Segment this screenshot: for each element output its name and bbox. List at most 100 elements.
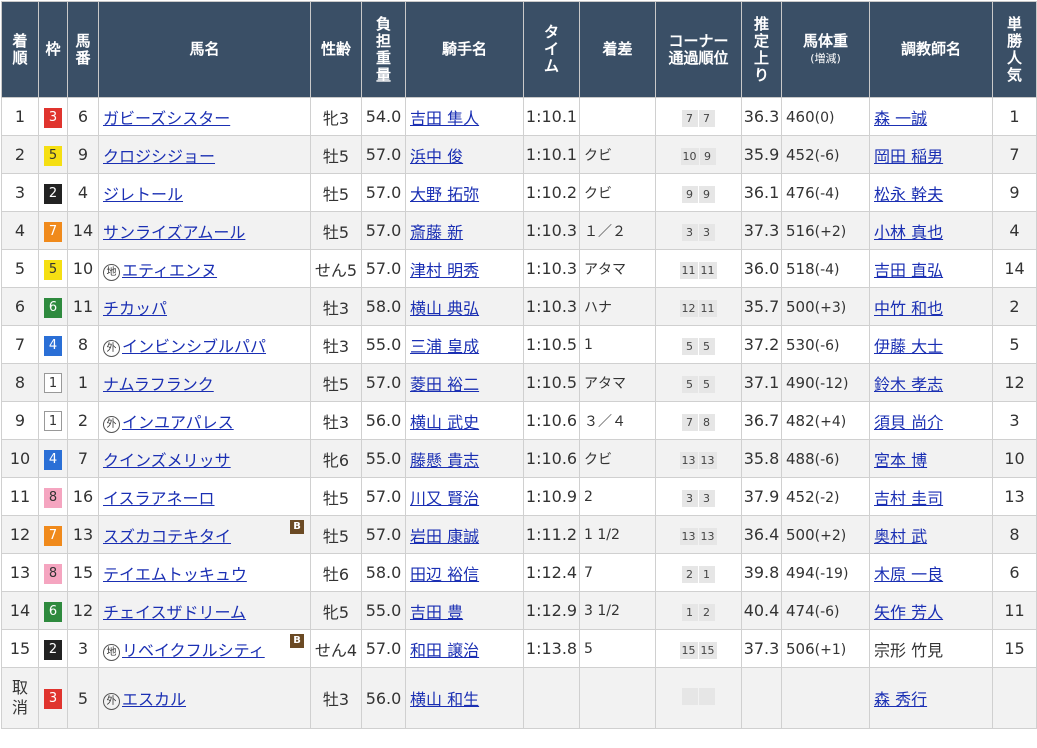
umaban-cell: 14	[67, 211, 99, 250]
corner-cell: 55	[655, 325, 742, 364]
horse-name-link[interactable]: スズカコテキタイ	[103, 527, 231, 546]
jockey-link[interactable]: 藤懸 貴志	[410, 451, 479, 470]
rank-cell: 13	[1, 553, 39, 592]
sex-age-cell: 牝5	[310, 591, 362, 630]
waku-cell: 2	[38, 629, 68, 668]
jockey-link[interactable]: 斎藤 新	[410, 223, 463, 242]
corner-cell: 99	[655, 173, 742, 212]
corner-4: 9	[698, 185, 715, 203]
trainer-name: 宗形 竹見	[874, 640, 944, 660]
last3f-cell: 37.2	[741, 325, 782, 364]
header-last3f: 推 定 上 り	[741, 1, 782, 98]
last3f-cell: 37.1	[741, 363, 782, 402]
horse-name-link[interactable]: エスカル	[122, 690, 186, 709]
body-weight-value: 476	[786, 184, 815, 202]
horse-name-link[interactable]: イスラアネーロ	[103, 489, 215, 508]
body-weight-cell: 518(-4)	[781, 249, 870, 288]
jockey-cell: 吉田 豊	[405, 591, 524, 630]
last3f-cell: 35.8	[741, 439, 782, 478]
horse-name-link[interactable]: ナムラフランク	[103, 375, 214, 394]
body-weight-diff: (+2)	[814, 224, 847, 240]
waku-cell: 6	[38, 591, 68, 630]
horse-name-link[interactable]: ジレトール	[103, 185, 183, 204]
body-weight-diff: (+2)	[814, 528, 847, 544]
jockey-link[interactable]: 津村 明秀	[410, 261, 479, 280]
jockey-link[interactable]: 三浦 皇成	[410, 337, 479, 356]
time-cell: 1:10.2	[523, 173, 580, 212]
rank-cell: 9	[1, 401, 39, 440]
trainer-link[interactable]: 吉田 直弘	[874, 261, 943, 280]
trainer-link[interactable]: 中竹 和也	[874, 299, 943, 318]
corner-cell: 15 15	[655, 629, 742, 668]
trainer-link[interactable]: 木原 一良	[874, 565, 943, 584]
corner-4: 1	[698, 565, 715, 583]
corner-3: 7	[681, 109, 698, 127]
time-cell: 1:10.1	[523, 97, 580, 136]
horse-name-link[interactable]: ガビーズシスター	[103, 109, 230, 128]
horse-name-link[interactable]: テイエムトッキュウ	[103, 565, 247, 584]
corner-4: 13	[698, 451, 717, 469]
sex-age-cell: 牡5	[310, 135, 362, 174]
corner-3: 2	[681, 565, 698, 583]
body-weight-value: 452	[786, 488, 815, 506]
trainer-link[interactable]: 森 一誠	[874, 109, 927, 128]
corner-cell: 33	[655, 477, 742, 516]
jockey-link[interactable]: 菱田 裕二	[410, 375, 479, 394]
jockey-cell: 浜中 俊	[405, 135, 524, 174]
trainer-link[interactable]: 須貝 尚介	[874, 413, 943, 432]
margin-cell: クビ	[579, 135, 656, 174]
jockey-link[interactable]: 横山 武史	[410, 413, 479, 432]
horse-name-link[interactable]: チカッパ	[103, 299, 167, 318]
jockey-link[interactable]: 田辺 裕信	[410, 565, 479, 584]
jockey-link[interactable]: 横山 典弘	[410, 299, 479, 318]
last3f-cell: 37.3	[741, 211, 782, 250]
horse-name-link[interactable]: リベイクフルシティ	[122, 641, 265, 660]
trainer-link[interactable]: 小林 真也	[874, 223, 943, 242]
origin-mark-icon: 地	[103, 643, 120, 661]
trainer-link[interactable]: 森 秀行	[874, 690, 927, 709]
jockey-link[interactable]: 大野 拓弥	[410, 185, 479, 204]
horse-name-link[interactable]: クロジシジョー	[103, 147, 215, 166]
jockey-cell: 三浦 皇成	[405, 325, 524, 364]
table-row: 9 1 2 外インユアパレス 牡3 56.0 横山 武史 1:10.6 ３／４ 7 8 36.7 482…	[1, 401, 1037, 440]
trainer-cell: 鈴木 孝志	[869, 363, 993, 402]
body-weight-diff: (+3)	[814, 300, 847, 316]
body-weight-value: 494	[786, 564, 815, 582]
popularity-cell: 2	[992, 287, 1037, 326]
trainer-link[interactable]: 矢作 芳人	[874, 603, 943, 622]
horse-name-link[interactable]: インユアパレス	[122, 413, 234, 432]
waku-badge: 6	[44, 297, 62, 318]
jockey-link[interactable]: 和田 譲治	[410, 641, 479, 660]
horse-name-link[interactable]: サンライズアムール	[103, 223, 245, 242]
body-weight-value: 506	[786, 640, 815, 658]
trainer-link[interactable]: 岡田 稲男	[874, 147, 943, 166]
jockey-link[interactable]: 浜中 俊	[410, 147, 463, 166]
jockey-link[interactable]: 吉田 隼人	[410, 109, 479, 128]
horse-name-cell: チカッパ	[98, 287, 311, 326]
popularity-cell: 13	[992, 477, 1037, 516]
rank-cell: 7	[1, 325, 39, 364]
sex-age-cell: 牡5	[310, 211, 362, 250]
jockey-link[interactable]: 横山 和生	[410, 690, 479, 709]
corner-cell: 11 11	[655, 249, 742, 288]
horse-name-link[interactable]: チェイスザドリーム	[103, 603, 246, 622]
waku-badge: 7	[44, 221, 62, 242]
jockey-link[interactable]: 岩田 康誠	[410, 527, 479, 546]
horse-name-link[interactable]: エティエンヌ	[122, 261, 217, 280]
trainer-link[interactable]: 鈴木 孝志	[874, 375, 943, 394]
margin-cell: クビ	[579, 439, 656, 478]
jockey-link[interactable]: 吉田 豊	[410, 603, 463, 622]
waku-cell: 2	[38, 173, 68, 212]
trainer-link[interactable]: 宮本 博	[874, 451, 927, 470]
trainer-link[interactable]: 伊藤 大士	[874, 337, 943, 356]
weight-cell: 57.0	[361, 135, 406, 174]
horse-name-link[interactable]: インビンシブルパパ	[122, 337, 266, 356]
trainer-link[interactable]: 松永 幹夫	[874, 185, 943, 204]
body-weight-value: 460	[786, 108, 815, 126]
trainer-link[interactable]: 奥村 武	[874, 527, 927, 546]
jockey-link[interactable]: 川又 賢治	[410, 489, 479, 508]
jockey-cell: 藤懸 貴志	[405, 439, 524, 478]
waku-badge: 5	[44, 259, 62, 280]
trainer-link[interactable]: 吉村 圭司	[874, 489, 943, 508]
horse-name-link[interactable]: クインズメリッサ	[103, 451, 231, 470]
